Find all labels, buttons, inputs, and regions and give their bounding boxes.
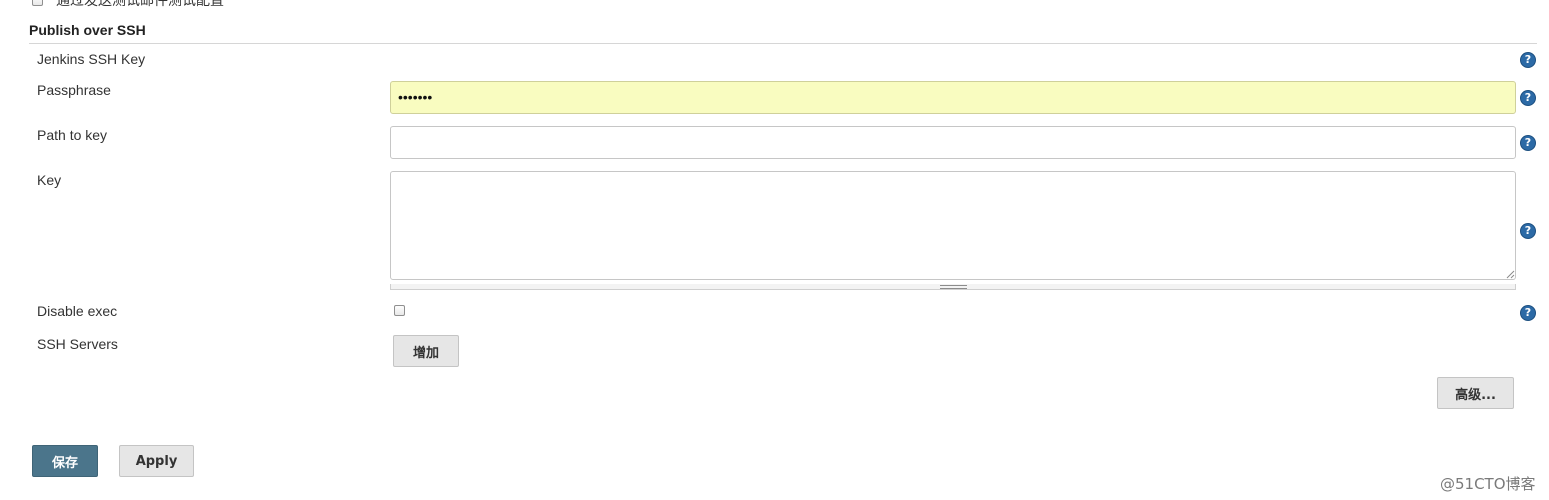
add-ssh-server-button[interactable]: 增加	[393, 335, 459, 367]
help-icon[interactable]: ?	[1520, 135, 1536, 151]
help-icon[interactable]: ?	[1520, 90, 1536, 106]
test-email-checkbox[interactable]	[32, 0, 43, 6]
resize-handle-icon[interactable]	[1505, 269, 1515, 279]
ssh-servers-label: SSH Servers	[37, 336, 118, 352]
help-icon[interactable]: ?	[1520, 52, 1536, 68]
passphrase-label: Passphrase	[37, 82, 111, 98]
save-button[interactable]: 保存	[32, 445, 98, 477]
grip-icon[interactable]	[940, 285, 967, 289]
watermark: @51CTO博客	[1440, 475, 1536, 493]
section-title: Publish over SSH	[29, 22, 146, 38]
path-to-key-field[interactable]	[390, 126, 1516, 159]
test-email-label: 通过发送测试邮件测试配置	[56, 0, 224, 8]
help-icon[interactable]: ?	[1520, 223, 1536, 239]
disable-exec-label: Disable exec	[37, 303, 118, 319]
test-email-option: 通过发送测试邮件测试配置	[32, 0, 224, 8]
disable-exec-checkbox[interactable]	[394, 305, 405, 316]
help-icon[interactable]: ?	[1520, 305, 1536, 321]
key-textarea[interactable]	[390, 171, 1516, 280]
jenkins-ssh-key-label: Jenkins SSH Key	[37, 51, 146, 67]
path-to-key-label: Path to key	[37, 127, 108, 143]
apply-button[interactable]: Apply	[119, 445, 194, 477]
advanced-button[interactable]: 高级...	[1437, 377, 1514, 409]
section-divider	[29, 43, 1537, 44]
passphrase-field[interactable]	[390, 81, 1516, 114]
key-label: Key	[37, 172, 62, 188]
passphrase-value: •••••••	[398, 89, 433, 105]
